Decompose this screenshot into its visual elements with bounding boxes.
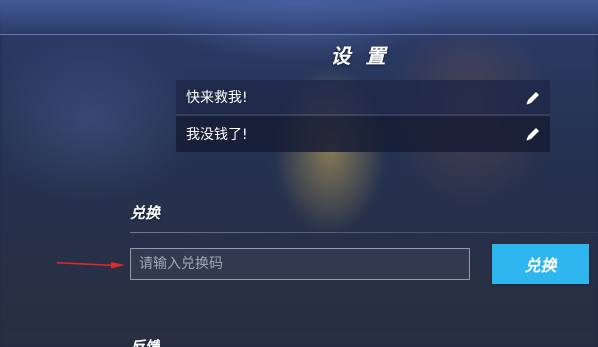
top-bar bbox=[0, 0, 598, 35]
quick-chat-list: 快来救我! 我没钱了! bbox=[176, 80, 550, 152]
quick-chat-item[interactable]: 快来救我! bbox=[176, 80, 550, 116]
settings-title: 设 置 bbox=[330, 44, 390, 68]
annotation-arrow-icon bbox=[57, 262, 125, 269]
section-divider bbox=[130, 232, 598, 233]
pencil-icon[interactable] bbox=[524, 125, 542, 143]
feedback-section-label: 反馈 bbox=[130, 338, 161, 347]
redeem-section-label: 兑换 bbox=[130, 204, 161, 222]
quick-chat-item[interactable]: 我没钱了! bbox=[176, 116, 550, 152]
redeem-code-input[interactable] bbox=[130, 248, 470, 280]
quick-chat-item-label: 快来救我! bbox=[186, 90, 248, 106]
pencil-icon[interactable] bbox=[524, 89, 542, 107]
redeem-button[interactable]: 兑换 bbox=[492, 244, 589, 284]
game-background bbox=[0, 0, 598, 347]
quick-chat-item-label: 我没钱了! bbox=[186, 127, 248, 143]
